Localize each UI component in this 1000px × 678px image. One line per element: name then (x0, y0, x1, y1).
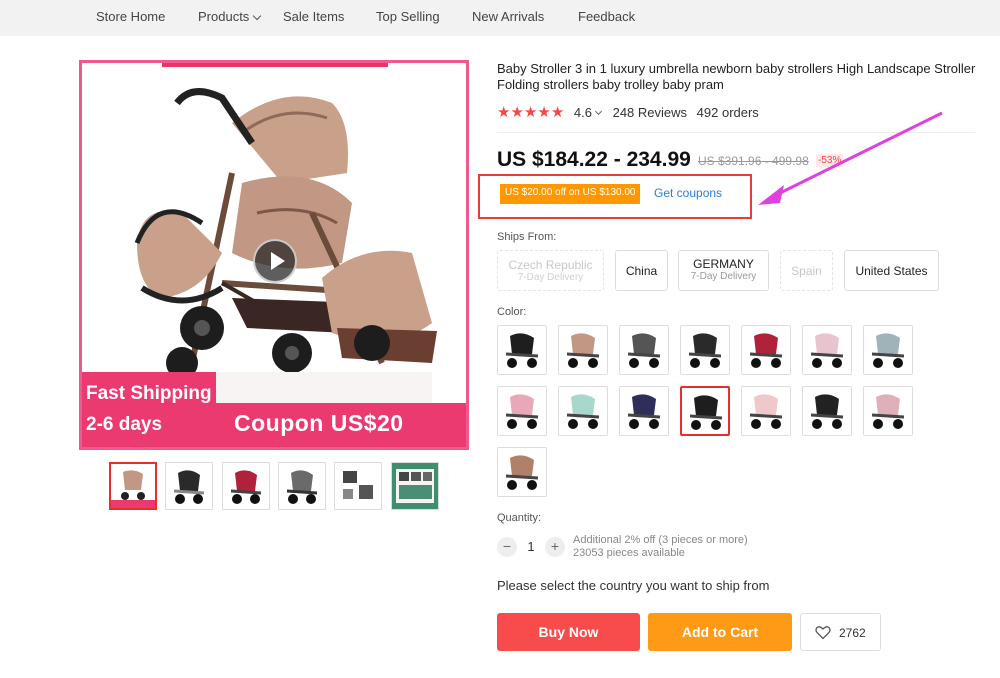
nav-products[interactable]: Products (198, 9, 262, 24)
nav-top-selling[interactable]: Top Selling (376, 9, 440, 24)
thumbnail-3-image (223, 463, 269, 509)
product-title: Baby Stroller 3 in 1 luxury umbrella new… (497, 61, 976, 92)
ship-option-name: United States (855, 264, 928, 278)
store-nav-bar: Store Home Products Sale Items Top Selli… (0, 0, 1000, 36)
stroller-thumbnail-image (681, 326, 729, 374)
heart-icon (815, 626, 831, 640)
stroller-thumbnail-image (864, 326, 912, 374)
star-icon: ★ (550, 104, 565, 121)
wishlist-count: 2762 (839, 626, 866, 640)
star-icon: ★ (523, 104, 538, 121)
pieces-available-note: 23053 pieces available (573, 547, 685, 559)
fast-shipping-line1: Fast Shipping (86, 383, 212, 404)
fast-shipping-line2: 2-6 days (86, 414, 163, 435)
bulk-discount-note: Additional 2% off (3 pieces or more) (573, 534, 748, 546)
color-swatch-1[interactable] (497, 325, 547, 375)
thumbnail-1[interactable] (109, 462, 157, 510)
stroller-thumbnail-image (498, 448, 546, 496)
coupon-banner: Coupon US$20 (216, 403, 466, 447)
price: US $184.22 - 234.99 (497, 148, 691, 171)
rating-value[interactable]: 4.6 (574, 105, 592, 120)
thumbnail-2[interactable] (165, 462, 213, 510)
ship-option-united-states[interactable]: United States (844, 250, 939, 291)
nav-products-label: Products (198, 9, 250, 24)
stroller-thumbnail-image (559, 326, 607, 374)
quantity-decrease-button[interactable]: − (497, 537, 517, 557)
ship-option-delivery: 7-Day Delivery (517, 272, 584, 283)
quantity-label: Quantity: (497, 512, 542, 524)
thumbnail-6[interactable] (391, 462, 439, 510)
coupon-tag: US $20.00 off on US $130.00 (500, 184, 641, 204)
stroller-thumbnail-image (803, 326, 851, 374)
ship-option-delivery: 7-Day Delivery (690, 271, 757, 282)
annotation-arrow-icon (758, 111, 943, 205)
color-swatch-8[interactable] (497, 386, 547, 436)
thumbnail-3[interactable] (222, 462, 270, 510)
color-swatch-5[interactable] (741, 325, 791, 375)
color-swatch-11[interactable] (680, 386, 730, 436)
ship-option-spain: Spain (780, 250, 833, 291)
reviews-link[interactable]: 248 Reviews (613, 105, 687, 120)
thumbnail-4[interactable] (278, 462, 326, 510)
stroller-thumbnail-image (742, 326, 790, 374)
ship-option-china[interactable]: China (615, 250, 668, 291)
wishlist-button[interactable]: 2762 (800, 613, 881, 651)
color-swatch-6[interactable] (802, 325, 852, 375)
color-swatch-10[interactable] (619, 386, 669, 436)
ship-option-name: Spain (791, 264, 822, 278)
color-swatch-4[interactable] (680, 325, 730, 375)
color-swatch-12[interactable] (741, 386, 791, 436)
stroller-thumbnail-image (864, 387, 912, 435)
color-swatch-7[interactable] (863, 325, 913, 375)
chevron-down-icon (253, 11, 262, 21)
nav-store-home[interactable]: Store Home (96, 9, 165, 24)
play-video-button[interactable] (253, 239, 297, 283)
star-icon: ★ (510, 104, 524, 121)
stroller-thumbnail-image (559, 387, 607, 435)
thumbnail-1-image (111, 464, 155, 508)
fast-shipping-badge: Fast Shipping 2-6 days (82, 372, 216, 447)
ship-option-germany[interactable]: GERMANY 7-Day Delivery (678, 250, 769, 291)
ship-option-name: China (625, 264, 658, 278)
stroller-thumbnail-image (620, 387, 668, 435)
thumbnail-4-image (279, 463, 325, 509)
nav-new-arrivals[interactable]: New Arrivals (472, 9, 544, 24)
ships-from-label: Ships From: (497, 231, 557, 243)
buy-now-button[interactable]: Buy Now (497, 613, 640, 651)
quantity-increase-button[interactable]: + (545, 537, 565, 557)
color-swatch-9[interactable] (558, 386, 608, 436)
chevron-down-icon[interactable] (594, 107, 603, 116)
color-swatch-3[interactable] (619, 325, 669, 375)
nav-sale-items[interactable]: Sale Items (283, 9, 344, 24)
color-swatch-13[interactable] (802, 386, 852, 436)
quantity-value[interactable]: 1 (523, 539, 539, 554)
thumbnail-6-image (392, 463, 438, 509)
thumbnail-5-image (335, 463, 381, 509)
color-swatch-15[interactable] (497, 447, 547, 497)
color-swatch-2[interactable] (558, 325, 608, 375)
ship-option-czech-republic: Czech Republic 7-Day Delivery (497, 250, 604, 291)
color-label: Color: (497, 306, 527, 318)
color-swatch-14[interactable] (863, 386, 913, 436)
star-icon: ★ (537, 104, 551, 121)
stroller-thumbnail-image (742, 387, 790, 435)
rating-row: ★★★★★ 4.6 248 Reviews 492 orders (497, 103, 759, 121)
stroller-thumbnail-image (682, 388, 728, 434)
add-to-cart-button[interactable]: Add to Cart (648, 613, 792, 651)
stroller-thumbnail-image (498, 387, 546, 435)
star-icon: ★ (497, 104, 511, 121)
ship-option-name: Czech Republic (508, 258, 593, 272)
ship-option-name: GERMANY (693, 257, 754, 271)
main-product-image[interactable]: Fast Shipping 2-6 days Coupon US$20 (79, 60, 469, 450)
stroller-thumbnail-image (803, 387, 851, 435)
ship-country-prompt: Please select the country you want to sh… (497, 578, 770, 593)
stroller-thumbnail-image (620, 326, 668, 374)
nav-feedback[interactable]: Feedback (578, 9, 635, 24)
banner-background (216, 372, 432, 403)
thumbnail-5[interactable] (334, 462, 382, 510)
stroller-thumbnail-image (498, 326, 546, 374)
thumbnail-2-image (166, 463, 212, 509)
get-coupons-link[interactable]: Get coupons (654, 186, 722, 200)
